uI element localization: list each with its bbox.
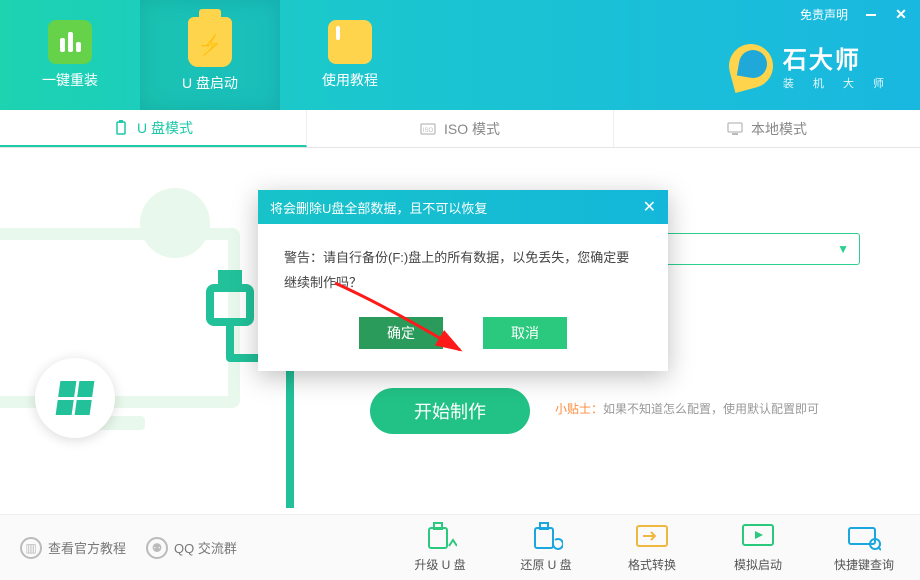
usb-shield-icon xyxy=(188,17,232,67)
usb-icon xyxy=(113,120,129,136)
nav-tutorial[interactable]: 使用教程 xyxy=(280,0,420,110)
minimize-button[interactable] xyxy=(864,8,878,22)
tool-label: 升级 U 盘 xyxy=(414,556,465,573)
footer-tools: 升级 U 盘 还原 U 盘 格式转换 模拟启动 快捷键查询 xyxy=(404,522,900,573)
start-create-button[interactable]: 开始制作 xyxy=(370,388,530,434)
dialog-footer: 确定 取消 xyxy=(258,311,668,371)
tool-label: 快捷键查询 xyxy=(834,556,894,573)
dialog-header: 将会删除U盘全部数据，且不可以恢复 ✕ xyxy=(258,190,668,224)
tool-upgrade-usb[interactable]: 升级 U 盘 xyxy=(404,522,476,573)
qq-group-link[interactable]: ⚉ QQ 交流群 xyxy=(146,537,237,559)
bars-icon xyxy=(48,20,92,64)
svg-text:ISO: ISO xyxy=(423,128,434,134)
confirm-button[interactable]: 确定 xyxy=(359,317,443,349)
app-header: 免责声明 ✕ 一键重装 U 盘启动 使用教程 石大师 装 机 大 师 xyxy=(0,0,920,110)
window-controls: 免责声明 ✕ xyxy=(800,6,908,23)
nav-label: 一键重装 xyxy=(42,70,98,90)
play-monitor-icon xyxy=(741,522,775,552)
chip-label: 查看官方教程 xyxy=(48,538,126,557)
brand-subtitle: 装 机 大 师 xyxy=(783,75,892,91)
disclaimer-link[interactable]: 免责声明 xyxy=(800,6,848,23)
tab-label: 本地模式 xyxy=(751,119,807,139)
tool-format-convert[interactable]: 格式转换 xyxy=(616,522,688,573)
confirm-dialog: 将会删除U盘全部数据，且不可以恢复 ✕ 警告：请自行备份(F:)盘上的所有数据，… xyxy=(258,190,668,371)
usb-up-icon xyxy=(423,522,457,552)
cancel-button[interactable]: 取消 xyxy=(483,317,567,349)
dialog-title: 将会删除U盘全部数据，且不可以恢复 xyxy=(270,198,487,217)
monitor-decoration-icon xyxy=(0,228,240,408)
nav-label: U 盘启动 xyxy=(182,73,238,93)
tool-restore-usb[interactable]: 还原 U 盘 xyxy=(510,522,582,573)
official-tutorial-link[interactable]: ▥ 查看官方教程 xyxy=(20,537,126,559)
windows-badge xyxy=(35,358,115,438)
hint-body: 如果不知道怎么配置，使用默认配置即可 xyxy=(603,402,819,416)
convert-icon xyxy=(635,522,669,552)
keyboard-search-icon xyxy=(847,522,881,552)
dialog-body: 警告：请自行备份(F:)盘上的所有数据，以免丢失，您确定要继续制作吗？ xyxy=(258,224,668,311)
brand-logo-icon xyxy=(729,44,773,88)
nav-usb-boot[interactable]: U 盘启动 xyxy=(140,0,280,110)
tool-label: 还原 U 盘 xyxy=(520,556,571,573)
dialog-close-button[interactable]: ✕ xyxy=(643,197,656,217)
windows-logo-icon xyxy=(56,381,95,415)
hint-text: 小贴士：如果不知道怎么配置，使用默认配置即可 xyxy=(555,400,819,417)
tab-local-mode[interactable]: 本地模式 xyxy=(614,110,920,147)
book-open-icon: ▥ xyxy=(20,537,42,559)
tool-simulate-boot[interactable]: 模拟启动 xyxy=(722,522,794,573)
book-icon xyxy=(328,20,372,64)
brand: 石大师 装 机 大 师 xyxy=(729,40,892,91)
tool-label: 模拟启动 xyxy=(734,556,782,573)
usb-refresh-icon xyxy=(529,522,563,552)
tool-label: 格式转换 xyxy=(628,556,676,573)
tool-hotkey-lookup[interactable]: 快捷键查询 xyxy=(828,522,900,573)
mode-tabs: U 盘模式 ISO ISO 模式 本地模式 xyxy=(0,110,920,148)
main-nav: 一键重装 U 盘启动 使用教程 xyxy=(0,0,420,110)
tab-iso-mode[interactable]: ISO ISO 模式 xyxy=(307,110,614,147)
footer: ▥ 查看官方教程 ⚉ QQ 交流群 升级 U 盘 还原 U 盘 格式转换 模拟启… xyxy=(0,514,920,580)
nav-one-click-reinstall[interactable]: 一键重装 xyxy=(0,0,140,110)
chip-label: QQ 交流群 xyxy=(174,538,237,557)
brand-title: 石大师 xyxy=(783,40,892,75)
close-window-button[interactable]: ✕ xyxy=(894,8,908,22)
hint-prefix: 小贴士： xyxy=(555,402,603,416)
chevron-down-icon: ▼ xyxy=(837,242,849,256)
monitor-icon xyxy=(727,121,743,137)
nav-label: 使用教程 xyxy=(322,70,378,90)
people-icon: ⚉ xyxy=(146,537,168,559)
iso-icon: ISO xyxy=(420,121,436,137)
tab-label: ISO 模式 xyxy=(444,119,500,139)
tab-label: U 盘模式 xyxy=(137,118,193,138)
tab-usb-mode[interactable]: U 盘模式 xyxy=(0,110,307,147)
footer-left: ▥ 查看官方教程 ⚉ QQ 交流群 xyxy=(20,537,237,559)
